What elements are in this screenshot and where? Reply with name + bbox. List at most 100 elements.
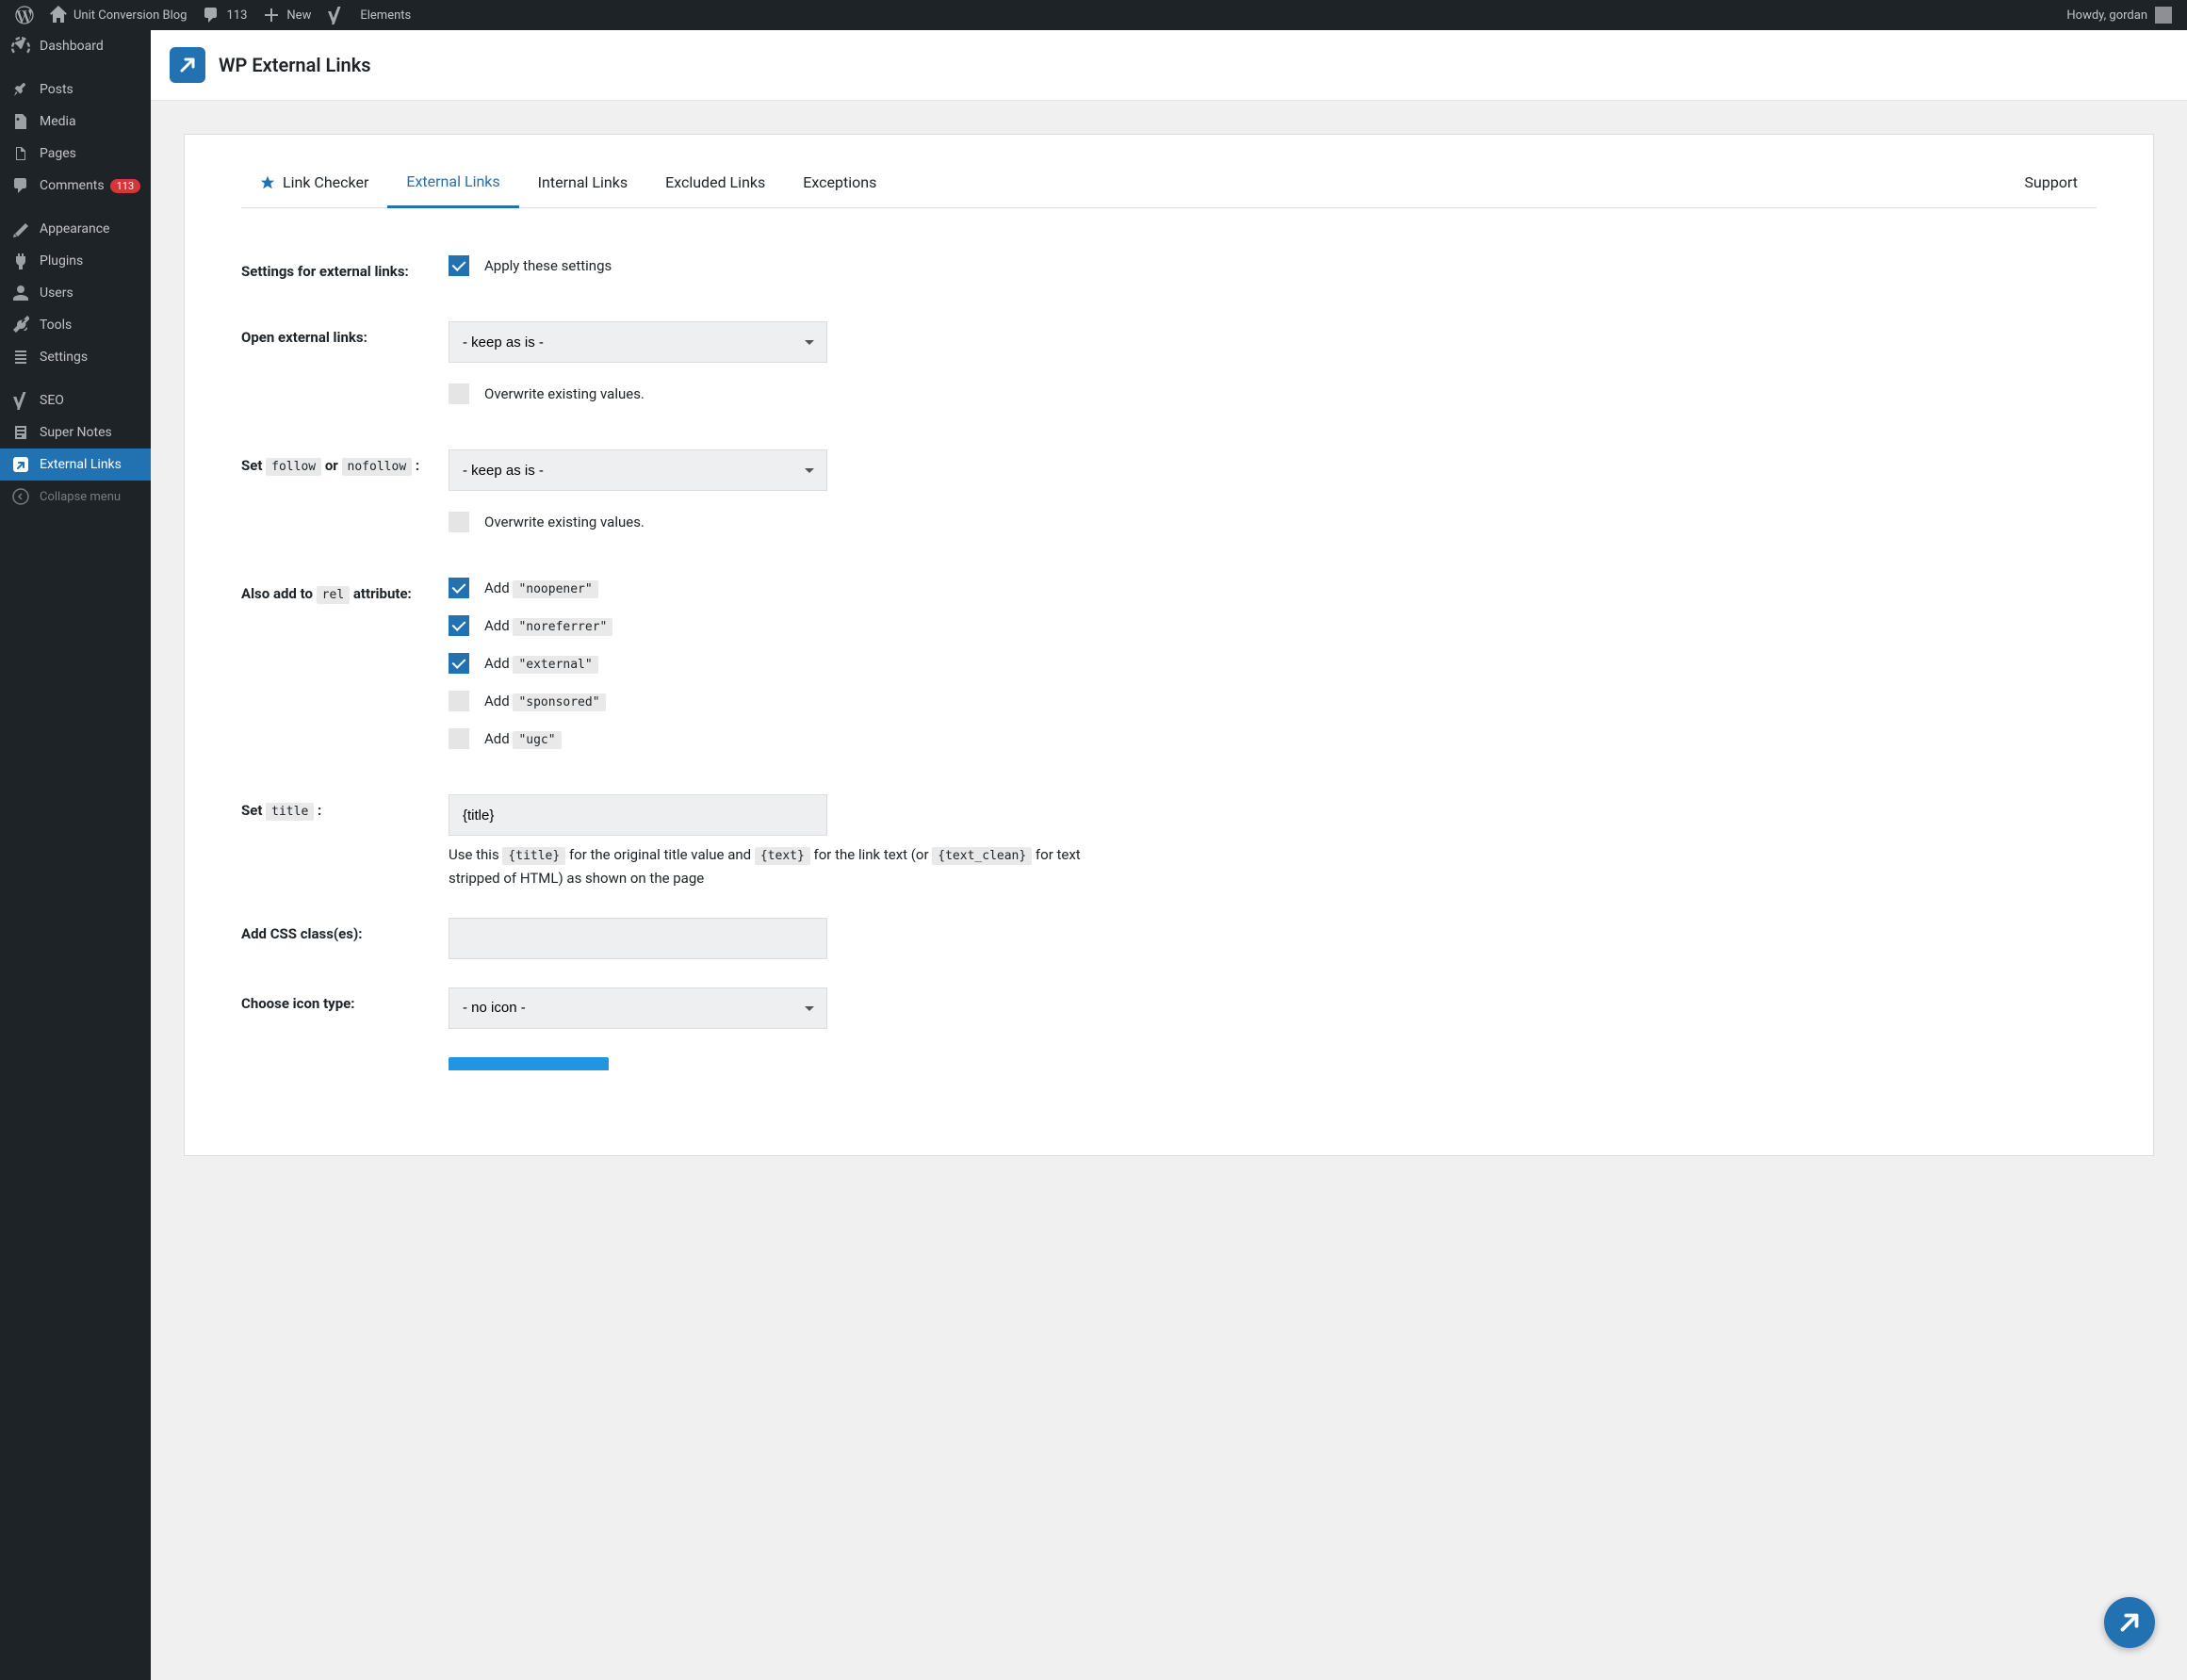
tab-external-links[interactable]: External Links	[387, 172, 518, 208]
tab-link-checker[interactable]: Link Checker	[241, 172, 387, 207]
open-overwrite-checkbox[interactable]	[449, 383, 469, 404]
menu-dashboard[interactable]: Dashboard	[0, 30, 151, 62]
site-name-text: Unit Conversion Blog	[73, 8, 187, 23]
pages-icon	[11, 144, 30, 163]
appearance-icon	[11, 220, 30, 238]
menu-comments-label: Comments	[40, 178, 105, 193]
save-button[interactable]	[449, 1057, 609, 1070]
tab-exceptions-label: Exceptions	[803, 173, 876, 191]
menu-users-label: Users	[40, 285, 73, 301]
settings-label: Settings for external links:	[241, 255, 449, 280]
menu-media[interactable]: Media	[0, 106, 151, 138]
menu-external-links[interactable]: External Links	[0, 449, 151, 481]
open-links-select[interactable]: - keep as is -	[449, 321, 827, 363]
star-icon	[260, 175, 275, 190]
tab-link-checker-label: Link Checker	[283, 173, 368, 191]
menu-posts[interactable]: Posts	[0, 73, 151, 106]
adminbar-comments[interactable]: 113	[194, 0, 254, 30]
noopener-checkbox[interactable]	[449, 578, 469, 598]
page-title: WP External Links	[219, 54, 371, 76]
tab-internal-links[interactable]: Internal Links	[519, 172, 646, 207]
tab-support[interactable]: Support	[2006, 172, 2097, 207]
tab-exceptions[interactable]: Exceptions	[784, 172, 895, 207]
yoast-icon	[326, 6, 345, 24]
apply-label: Apply these settings	[484, 257, 612, 274]
tab-support-label: Support	[2025, 173, 2078, 191]
avatar	[2155, 7, 2172, 24]
follow-overwrite-label: Overwrite existing values.	[484, 514, 645, 530]
comments-icon	[11, 176, 30, 195]
plus-icon	[262, 6, 281, 24]
sponsored-checkbox[interactable]	[449, 691, 469, 711]
menu-pages-label: Pages	[40, 146, 76, 161]
dashboard-icon	[11, 37, 30, 56]
title-desc: Use this {title} for the original title …	[449, 843, 1127, 889]
menu-collapse[interactable]: Collapse menu	[0, 481, 151, 513]
menu-plugins-label: Plugins	[40, 253, 83, 269]
menu-external-links-label: External Links	[40, 457, 122, 472]
external-link-icon	[11, 455, 30, 474]
menu-posts-label: Posts	[40, 82, 73, 97]
tab-excluded-links[interactable]: Excluded Links	[646, 172, 784, 207]
icon-select[interactable]: - no icon -	[449, 987, 827, 1029]
tabs: Link Checker External Links Internal Lin…	[241, 172, 2097, 208]
plugin-logo-icon	[176, 54, 199, 76]
title-input[interactable]	[449, 794, 827, 836]
comments-badge: 113	[110, 179, 141, 193]
settings-panel: Link Checker External Links Internal Lin…	[184, 134, 2154, 1156]
floating-action-button[interactable]	[2104, 1597, 2155, 1648]
menu-super-notes[interactable]: Super Notes	[0, 416, 151, 449]
icon-label: Choose icon type:	[241, 987, 449, 1012]
menu-tools-label: Tools	[40, 318, 72, 333]
content-area: WP External Links Link Checker External …	[151, 0, 2187, 1680]
ugc-checkbox[interactable]	[449, 728, 469, 749]
collapse-icon	[11, 487, 30, 506]
menu-plugins[interactable]: Plugins	[0, 245, 151, 277]
tab-internal-links-label: Internal Links	[538, 173, 628, 191]
adminbar-yoast[interactable]	[318, 0, 352, 30]
tab-excluded-links-label: Excluded Links	[665, 173, 765, 191]
follow-overwrite-checkbox[interactable]	[449, 512, 469, 532]
menu-settings-label: Settings	[40, 350, 88, 365]
page-header: WP External Links	[151, 30, 2187, 101]
tools-icon	[11, 316, 30, 334]
users-icon	[11, 284, 30, 302]
css-label: Add CSS class(es):	[241, 918, 449, 942]
adminbar-elements[interactable]: Elements	[352, 0, 418, 30]
css-input[interactable]	[449, 918, 827, 959]
menu-seo-label: SEO	[40, 393, 64, 408]
admin-bar: Unit Conversion Blog 113 New Elements Ho…	[0, 0, 2187, 30]
menu-comments[interactable]: Comments 113	[0, 170, 151, 202]
pin-icon	[11, 80, 30, 99]
yoast-menu-icon	[11, 391, 30, 410]
plugin-logo	[170, 47, 205, 83]
adminbar-account[interactable]: Howdy, gordan	[2059, 0, 2179, 30]
noreferrer-checkbox[interactable]	[449, 615, 469, 636]
follow-label: Set follow or nofollow :	[241, 449, 449, 474]
menu-collapse-label: Collapse menu	[40, 490, 121, 504]
notes-icon	[11, 423, 30, 442]
menu-users[interactable]: Users	[0, 277, 151, 309]
menu-pages[interactable]: Pages	[0, 138, 151, 170]
wordpress-icon	[15, 6, 34, 24]
menu-appearance[interactable]: Appearance	[0, 213, 151, 245]
rel-label: Also add to rel attribute:	[241, 578, 449, 602]
comment-icon	[202, 6, 220, 24]
follow-select[interactable]: - keep as is -	[449, 449, 827, 491]
media-icon	[11, 112, 30, 131]
apply-checkbox[interactable]	[449, 255, 469, 276]
menu-appearance-label: Appearance	[40, 221, 109, 237]
wp-logo[interactable]	[8, 0, 41, 30]
external-checkbox[interactable]	[449, 653, 469, 674]
menu-tools[interactable]: Tools	[0, 309, 151, 341]
menu-media-label: Media	[40, 114, 76, 129]
site-name[interactable]: Unit Conversion Blog	[41, 0, 194, 30]
arrow-up-right-icon	[2115, 1608, 2144, 1637]
tab-external-links-label: External Links	[406, 172, 499, 190]
menu-settings[interactable]: Settings	[0, 341, 151, 373]
menu-seo[interactable]: SEO	[0, 384, 151, 416]
admin-sidemenu: Dashboard Posts Media Pages Comments113 …	[0, 30, 151, 1680]
adminbar-new[interactable]: New	[254, 0, 318, 30]
menu-dashboard-label: Dashboard	[40, 39, 104, 54]
adminbar-comments-count: 113	[226, 8, 247, 23]
